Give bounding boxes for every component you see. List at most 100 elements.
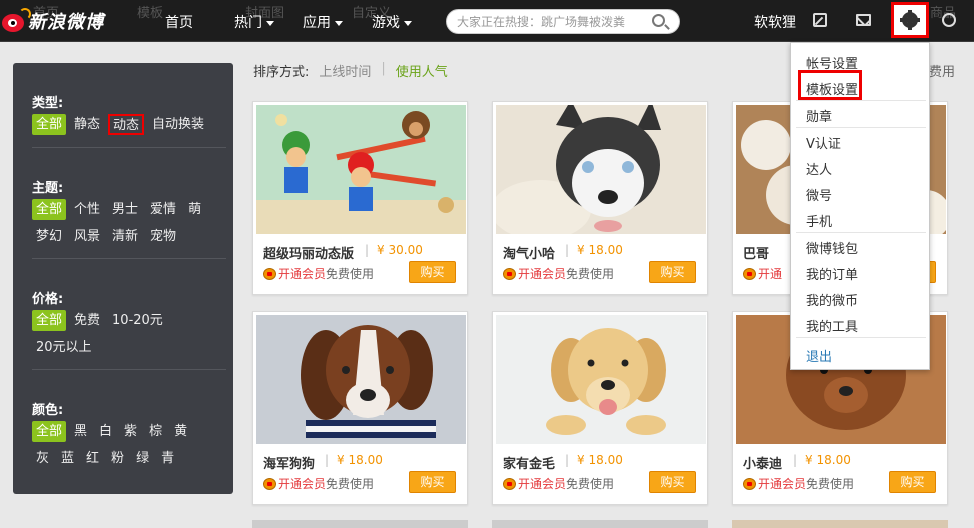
- menu-template-settings[interactable]: 模板设置: [806, 79, 858, 98]
- price-value: ¥ 18.00: [337, 453, 383, 467]
- filter-option[interactable]: 绿: [132, 448, 153, 469]
- template-card[interactable]: 淘气小哈 | ¥ 18.00 开通会员 免费使用 购买: [492, 101, 708, 295]
- vip-link[interactable]: 开通: [758, 265, 782, 282]
- menu-logout[interactable]: 退出: [806, 346, 832, 365]
- vip-promo: 开通: [743, 265, 782, 282]
- menu-divider: [796, 232, 926, 233]
- buy-button[interactable]: 购买: [649, 471, 696, 493]
- filter-option[interactable]: 黑: [70, 421, 91, 442]
- user-icon[interactable]: [942, 13, 956, 27]
- template-name: 巴哥: [743, 247, 770, 262]
- search-icon[interactable]: [652, 14, 665, 27]
- menu-v-verify[interactable]: V认证: [806, 133, 841, 152]
- gear-icon-spoke: [908, 10, 912, 30]
- filter-option[interactable]: 静态: [70, 114, 104, 135]
- menu-orders[interactable]: 我的订单: [806, 264, 858, 283]
- buy-button[interactable]: 购买: [649, 261, 696, 283]
- filter-sidebar: 类型: 全部 静态 动态 自动换装 主题: 全部 个性 男士 爱情 萌 梦幻 风…: [13, 63, 233, 494]
- filter-option[interactable]: 梦幻: [32, 226, 66, 247]
- vip-link[interactable]: 开通会员: [278, 265, 326, 282]
- weibo-logo[interactable]: 新浪微博: [0, 4, 104, 38]
- username-link[interactable]: 软软狸: [754, 12, 796, 32]
- filter-option[interactable]: 紫: [120, 421, 141, 442]
- price-value: ¥ 30.00: [377, 243, 423, 257]
- filter-option[interactable]: 全部: [32, 310, 67, 331]
- divider: [32, 258, 226, 259]
- filter-option[interactable]: 个性: [70, 199, 104, 220]
- nav-games[interactable]: 游戏: [372, 12, 412, 32]
- template-thumbnail-golden[interactable]: [496, 315, 706, 444]
- menu-tools[interactable]: 我的工具: [806, 316, 858, 335]
- filter-option[interactable]: 黄: [170, 421, 191, 442]
- sort-bar: 排序方式: 上线时间 | 使用人气: [253, 61, 448, 80]
- mail-icon[interactable]: [856, 14, 871, 26]
- filter-option-dynamic[interactable]: 动态: [108, 114, 145, 135]
- template-thumbnail-husky[interactable]: [496, 105, 706, 234]
- template-thumbnail-mario[interactable]: [256, 105, 466, 234]
- vip-link[interactable]: 开通会员: [758, 475, 806, 492]
- filter-option[interactable]: 男士: [108, 199, 142, 220]
- filter-theme: 主题: 全部 个性 男士 爱情 萌 梦幻 风景 清新 宠物: [32, 177, 214, 253]
- chevron-down-icon: [404, 20, 412, 26]
- menu-weihao[interactable]: 微号: [806, 185, 832, 204]
- filter-option[interactable]: 棕: [145, 421, 166, 442]
- filter-option[interactable]: 灰: [32, 448, 53, 469]
- nav-hot[interactable]: 热门: [234, 12, 274, 32]
- price-value: ¥ 18.00: [577, 243, 623, 257]
- filter-option[interactable]: 10-20元: [108, 310, 167, 331]
- vip-link[interactable]: 开通会员: [518, 475, 566, 492]
- buy-button[interactable]: 购买: [889, 471, 936, 493]
- template-card[interactable]: 海军狗狗 | ¥ 18.00 开通会员 免费使用 购买: [252, 311, 468, 505]
- filter-option[interactable]: 萌: [184, 199, 205, 220]
- template-card[interactable]: 家有金毛 | ¥ 18.00 开通会员 免费使用 购买: [492, 311, 708, 505]
- template-name: 海军狗狗: [263, 457, 316, 472]
- menu-divider: [796, 127, 926, 128]
- filter-option[interactable]: 青: [157, 448, 178, 469]
- menu-medals[interactable]: 勋章: [806, 106, 832, 125]
- template-name: 家有金毛: [503, 457, 556, 472]
- compose-icon[interactable]: [813, 13, 827, 27]
- crown-icon: [743, 477, 756, 490]
- settings-button[interactable]: [891, 2, 929, 38]
- filter-title: 主题:: [32, 181, 64, 196]
- settings-dropdown-menu: 帐号设置 模板设置 勋章 V认证 达人 微号 手机 微博钱包 我的订单 我的微币…: [790, 42, 930, 370]
- template-card-partial: [732, 520, 948, 528]
- menu-coins[interactable]: 我的微币: [806, 290, 858, 309]
- filter-option[interactable]: 蓝: [57, 448, 78, 469]
- filter-option[interactable]: 自动换装: [148, 114, 208, 135]
- filter-option[interactable]: 清新: [108, 226, 142, 247]
- sort-by-popularity[interactable]: 使用人气: [396, 61, 448, 80]
- filter-option[interactable]: 爱情: [146, 199, 180, 220]
- filter-option[interactable]: 20元以上: [32, 337, 96, 358]
- filter-option[interactable]: 白: [95, 421, 116, 442]
- menu-talent[interactable]: 达人: [806, 159, 832, 178]
- search-input[interactable]: [457, 13, 647, 31]
- nav-apps-label: 应用: [303, 15, 331, 31]
- filter-option[interactable]: 粉: [107, 448, 128, 469]
- vip-link[interactable]: 开通会员: [278, 475, 326, 492]
- menu-phone[interactable]: 手机: [806, 211, 832, 230]
- filter-option[interactable]: 全部: [32, 114, 67, 135]
- template-card[interactable]: 超级玛丽动态版 | ¥ 30.00 开通会员 免费使用 购买: [252, 101, 468, 295]
- filter-option[interactable]: 风景: [70, 226, 104, 247]
- buy-button[interactable]: 购买: [409, 471, 456, 493]
- logo-text: 新浪微博: [28, 12, 104, 33]
- vip-link[interactable]: 开通会员: [518, 265, 566, 282]
- filter-option[interactable]: 全部: [32, 199, 67, 220]
- nav-home[interactable]: 首页: [165, 12, 193, 32]
- template-thumbnail-navy-dog[interactable]: [256, 315, 466, 444]
- nav-hot-label: 热门: [234, 15, 262, 31]
- menu-wallet[interactable]: 微博钱包: [806, 238, 858, 257]
- filter-option[interactable]: 免费: [70, 310, 104, 331]
- sort-by-time[interactable]: 上线时间: [319, 61, 371, 80]
- filter-option[interactable]: 宠物: [146, 226, 180, 247]
- filter-title: 颜色:: [32, 403, 64, 418]
- template-price: | ¥ 18.00: [793, 453, 851, 467]
- nav-apps[interactable]: 应用: [303, 12, 343, 32]
- price-value: ¥ 18.00: [577, 453, 623, 467]
- filter-option[interactable]: 红: [82, 448, 103, 469]
- filter-option[interactable]: 全部: [32, 421, 67, 442]
- buy-button[interactable]: 购买: [409, 261, 456, 283]
- template-price: | ¥ 18.00: [565, 243, 623, 257]
- crown-icon: [503, 267, 516, 280]
